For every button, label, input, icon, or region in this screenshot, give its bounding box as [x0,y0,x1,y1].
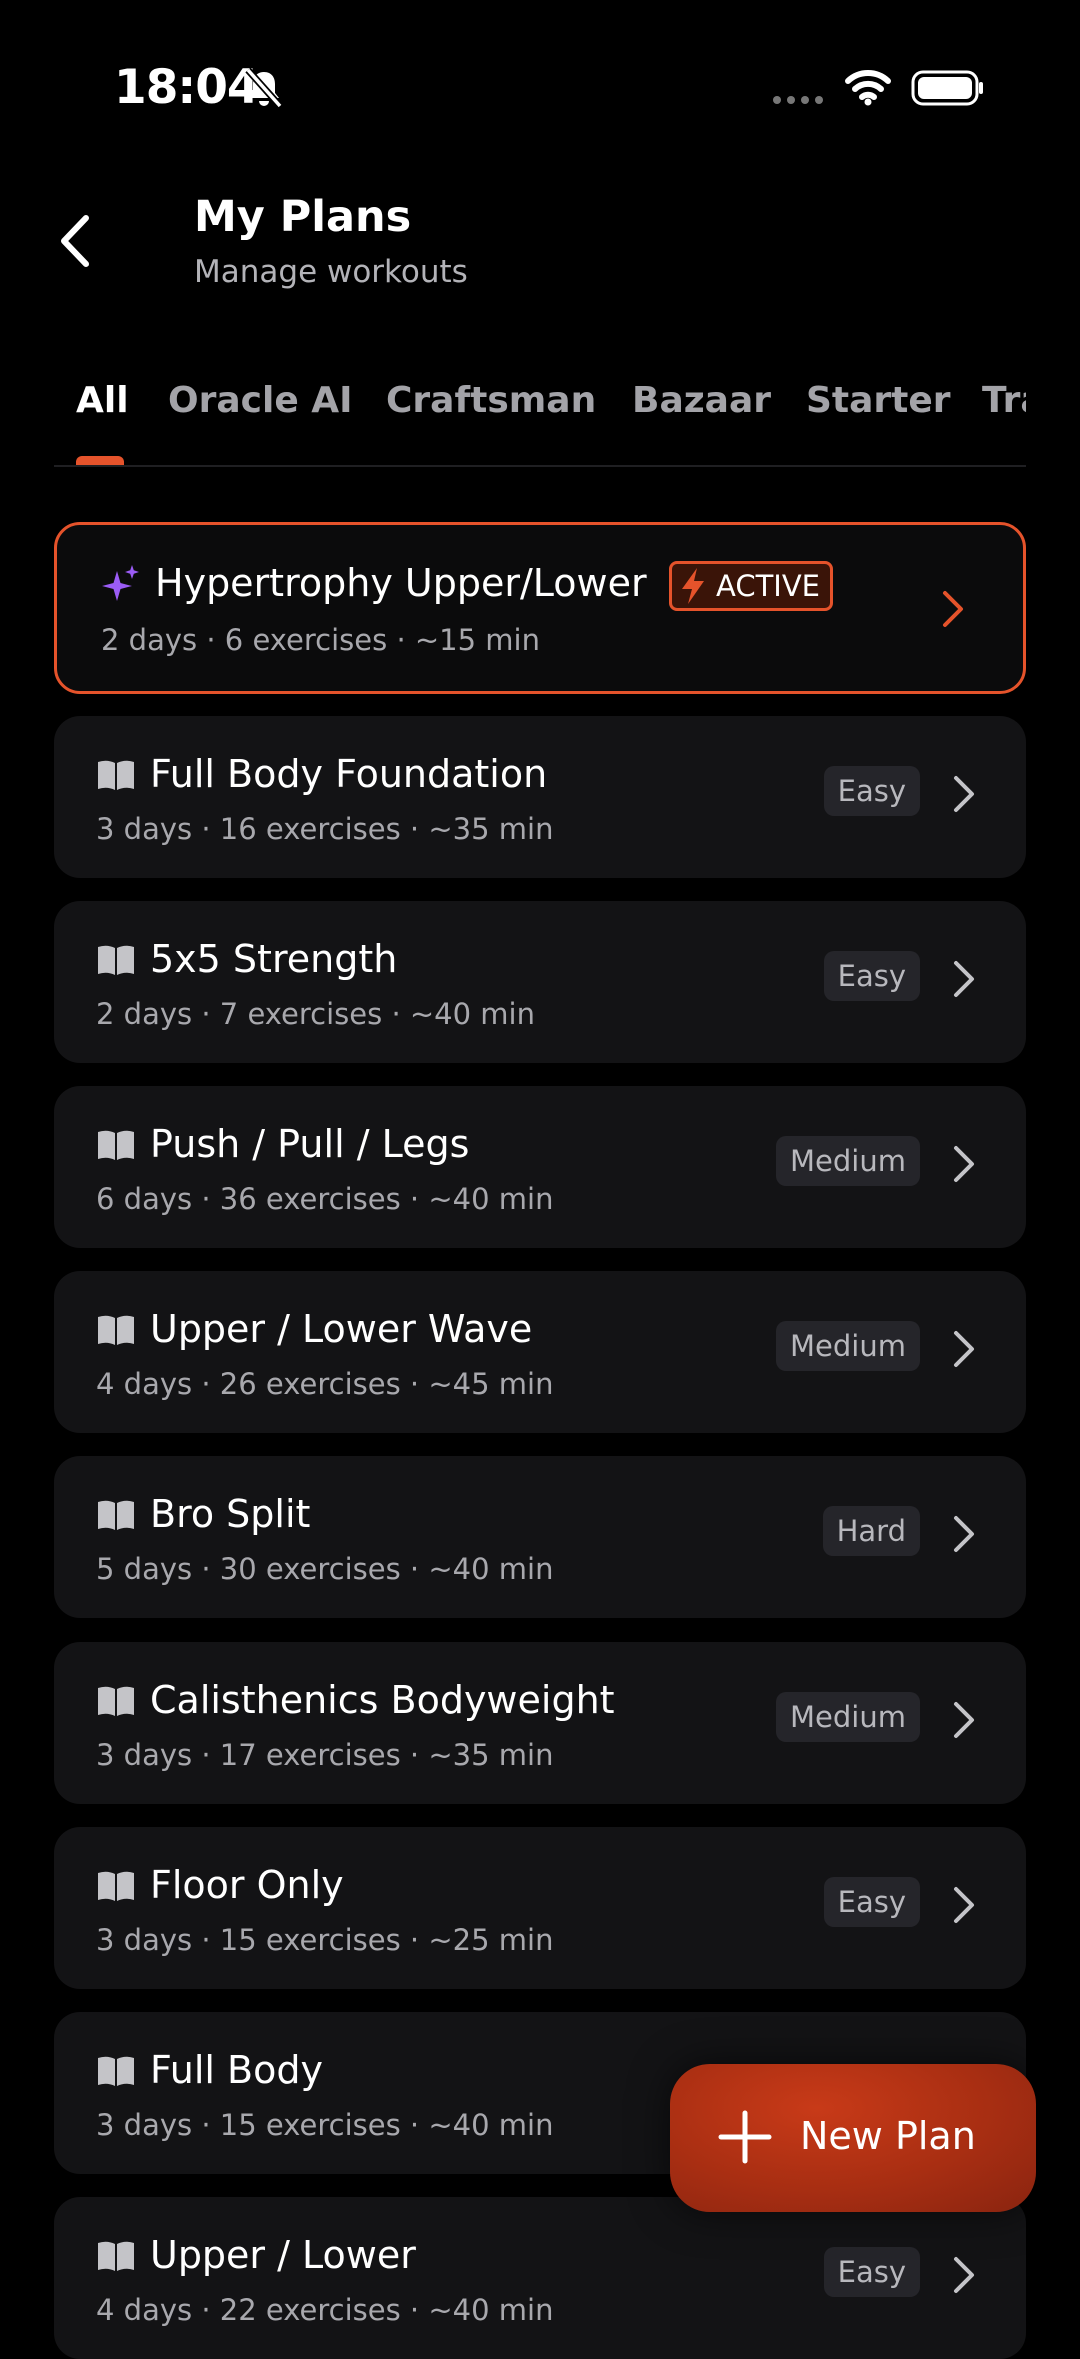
book-icon [98,1130,134,1160]
book-icon [98,2241,134,2271]
tab-more[interactable]: Tra [982,380,1026,421]
plan-name: Push / Pull / Legs [150,1122,470,1166]
plan-card[interactable]: Upper / Lower Wave 4 days · 26 exercises… [54,1271,1026,1433]
plan-name: Floor Only [150,1863,344,1907]
tab-bazaar[interactable]: Bazaar [632,380,771,421]
book-icon [98,760,134,790]
plan-name: Calisthenics Bodyweight [150,1678,615,1722]
plan-name: Hypertrophy Upper/Lower [155,561,647,605]
plan-meta: 2 days · 6 exercises · ~15 min [101,623,540,657]
lightning-icon [682,568,704,604]
tab-craftsman[interactable]: Craftsman [386,380,596,421]
plan-card[interactable]: Upper / Lower 4 days · 22 exercises · ~4… [54,2197,1026,2359]
plan-name: 5x5 Strength [150,937,398,981]
chevron-right-icon [954,2257,974,2293]
plan-meta: 3 days · 16 exercises · ~35 min [96,812,554,846]
plan-card-active[interactable]: Hypertrophy Upper/Lower ACTIVE 2 days · … [54,522,1026,694]
plan-meta: 4 days · 22 exercises · ~40 min [96,2293,554,2327]
plan-meta: 4 days · 26 exercises · ~45 min [96,1367,554,1401]
book-icon [98,1315,134,1345]
wifi-icon [845,70,891,106]
plan-meta: 2 days · 7 exercises · ~40 min [96,997,535,1031]
plan-card[interactable]: Full Body Foundation 3 days · 16 exercis… [54,716,1026,878]
difficulty-badge: Medium [776,1136,920,1186]
difficulty-badge: Easy [823,1877,920,1927]
book-icon [98,945,134,975]
book-icon [98,1686,134,1716]
tab-all[interactable]: All [76,380,129,421]
chevron-right-icon [954,1331,974,1367]
chevron-right-icon [954,1887,974,1923]
difficulty-badge: Medium [776,1321,920,1371]
tab-starter[interactable]: Starter [806,380,951,421]
new-plan-button[interactable]: New Plan [670,2064,1036,2212]
plan-name: Bro Split [150,1492,311,1536]
plus-icon [718,2110,772,2164]
plan-name: Full Body Foundation [150,752,548,796]
chevron-right-icon [954,1516,974,1552]
chevron-right-icon [954,1146,974,1182]
book-icon [98,2056,134,2086]
tab-oracle-ai[interactable]: Oracle AI [168,380,353,421]
active-badge-label: ACTIVE [716,569,821,603]
chevron-right-icon [954,776,974,812]
plan-meta: 3 days · 15 exercises · ~40 min [96,2108,554,2142]
plan-meta: 5 days · 30 exercises · ~40 min [96,1552,554,1586]
chevron-right-icon [954,961,974,997]
chevron-right-icon [943,591,963,627]
plan-meta: 3 days · 17 exercises · ~35 min [96,1738,554,1772]
page-title: My Plans [194,192,412,242]
difficulty-badge: Easy [823,951,920,1001]
plan-card[interactable]: Calisthenics Bodyweight 3 days · 17 exer… [54,1642,1026,1804]
active-badge: ACTIVE [669,561,834,611]
plan-name: Full Body [150,2048,323,2092]
status-bar: 18:04 [0,0,1080,170]
tabs-divider [54,465,1026,467]
plan-meta: 3 days · 15 exercises · ~25 min [96,1923,554,1957]
plan-card[interactable]: 5x5 Strength 2 days · 7 exercises · ~40 … [54,901,1026,1063]
plan-card[interactable]: Floor Only 3 days · 15 exercises · ~25 m… [54,1827,1026,1989]
plan-card[interactable]: Bro Split 5 days · 30 exercises · ~40 mi… [54,1456,1026,1618]
category-tabs: All Oracle AI Craftsman Bazaar Starter T… [0,370,1026,468]
difficulty-badge: Easy [823,766,920,816]
page-subtitle: Manage workouts [194,254,468,290]
plan-name: Upper / Lower Wave [150,1307,533,1351]
bell-muted-icon [245,67,283,109]
ai-sparkle-icon [102,565,139,601]
battery-icon [911,70,983,106]
difficulty-badge: Medium [776,1692,920,1742]
difficulty-badge: Hard [822,1506,920,1556]
back-icon[interactable] [56,212,96,270]
signal-dots-icon [773,96,823,104]
difficulty-badge: Easy [823,2247,920,2297]
chevron-right-icon [954,1702,974,1738]
plan-meta: 6 days · 36 exercises · ~40 min [96,1182,554,1216]
book-icon [98,1500,134,1530]
new-plan-label: New Plan [800,2114,976,2158]
plan-card[interactable]: Push / Pull / Legs 6 days · 36 exercises… [54,1086,1026,1248]
plan-name: Upper / Lower [150,2233,416,2277]
book-icon [98,1871,134,1901]
status-time: 18:04 [114,60,260,115]
